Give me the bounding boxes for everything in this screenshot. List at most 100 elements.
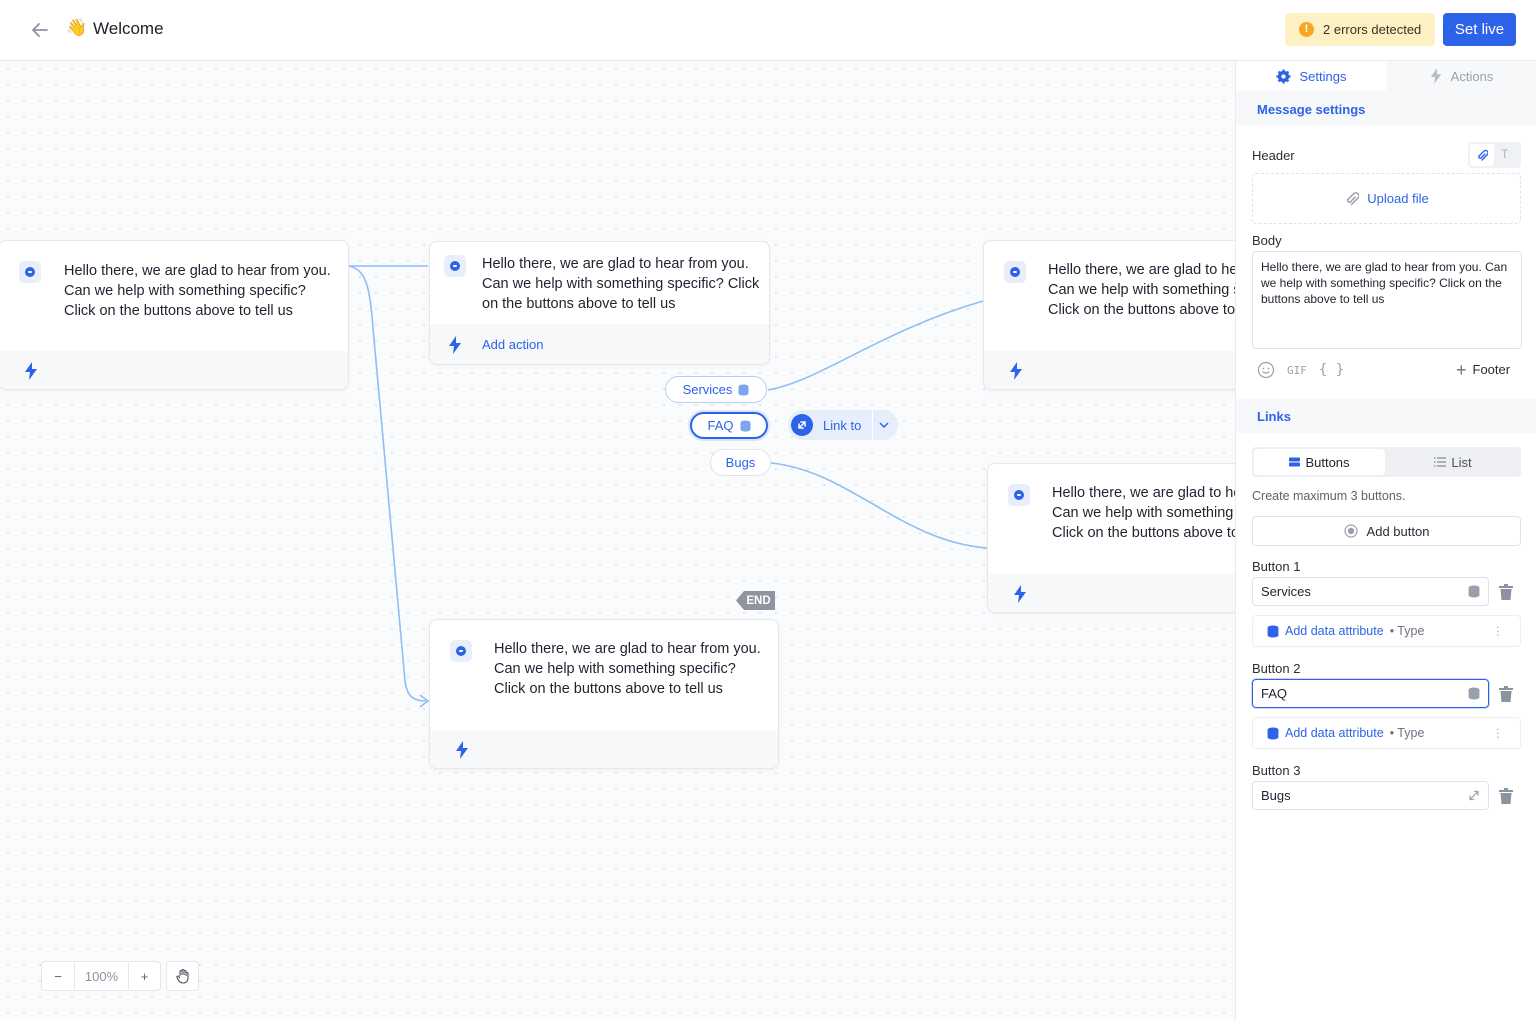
choice-pill-services[interactable]: Services <box>665 376 767 403</box>
message-node[interactable]: Hello there, we are glad to hear from yo… <box>429 241 770 365</box>
body-textarea[interactable]: Hello there, we are glad to hear from yo… <box>1252 251 1522 349</box>
button-1-attribute-row: Add data attribute • Type · · · <box>1252 615 1521 647</box>
panel-tabs: Settings Actions <box>1236 61 1536 91</box>
buttons-mode-option[interactable]: Buttons <box>1254 449 1385 475</box>
variable-button[interactable]: { } <box>1319 362 1344 378</box>
choice-pill-label: Bugs <box>725 455 756 470</box>
button-2-attribute-row: Add data attribute • Type · · · <box>1252 717 1521 749</box>
message-node[interactable]: Hello there, we are glad to hear from yo… <box>983 240 1235 390</box>
link-circle-icon <box>791 414 813 436</box>
chevron-down-icon[interactable] <box>877 418 891 432</box>
lightning-icon[interactable] <box>24 362 38 380</box>
buttons-mode-label: Buttons <box>1305 454 1350 470</box>
link-to-divider <box>872 410 873 440</box>
waving-hand-icon: 👋 <box>66 18 88 37</box>
header-text-option[interactable]: T <box>1501 147 1508 161</box>
node-footer <box>0 351 348 389</box>
database-icon <box>740 420 750 431</box>
zoom-controls: − 100% + <box>41 961 199 991</box>
node-footer: Add action <box>430 324 769 364</box>
header-type-toggle[interactable]: T <box>1468 142 1521 168</box>
flow-canvas[interactable]: Hello there, we are glad to hear from yo… <box>0 61 1235 1020</box>
buttons-hint: Create maximum 3 buttons. <box>1252 489 1406 503</box>
add-data-attribute-link[interactable]: Add data attribute <box>1285 624 1384 638</box>
database-icon <box>1267 727 1279 739</box>
message-node[interactable]: Hello there, we are glad to hear from yo… <box>0 240 349 390</box>
list-mode-label: List <box>1451 454 1472 470</box>
set-live-button[interactable]: Set live <box>1443 13 1516 46</box>
trash-icon[interactable] <box>1499 788 1513 804</box>
attribute-type-label: • Type <box>1389 726 1425 740</box>
more-options-icon[interactable]: · · · <box>1496 620 1500 641</box>
choice-pill-label: FAQ <box>707 418 734 433</box>
errors-badge[interactable]: ! 2 errors detected <box>1285 13 1435 46</box>
page-title[interactable]: Welcome <box>93 19 164 39</box>
tab-actions[interactable]: Actions <box>1386 61 1536 91</box>
pan-hand-button[interactable] <box>166 961 199 991</box>
button-3-input[interactable]: Bugs <box>1252 781 1489 810</box>
upload-file-dropzone[interactable]: Upload file <box>1252 173 1521 224</box>
lightning-icon[interactable] <box>1009 362 1023 380</box>
add-footer-button[interactable]: + Footer <box>1456 359 1511 380</box>
button-2-input[interactable]: FAQ <box>1252 679 1489 708</box>
add-data-attribute-link[interactable]: Add data attribute <box>1285 726 1384 740</box>
link-arrow-icon[interactable] <box>1468 789 1480 802</box>
trash-icon[interactable] <box>1499 686 1513 702</box>
body-label: Body <box>1252 233 1282 248</box>
trash-icon[interactable] <box>1499 584 1513 600</box>
emoji-icon[interactable] <box>1257 361 1275 379</box>
lightning-icon[interactable] <box>1013 585 1027 603</box>
node-footer <box>988 574 1235 612</box>
button-2-label: Button 2 <box>1252 661 1301 676</box>
radio-icon <box>1343 524 1358 538</box>
node-footer <box>430 730 778 768</box>
link-to-button[interactable]: Link to <box>788 410 898 440</box>
edge-bugs-node4 <box>770 462 988 549</box>
message-settings-title: Message settings <box>1257 102 1366 117</box>
gif-button[interactable]: GIF <box>1287 364 1307 377</box>
choice-pill-bugs[interactable]: Bugs <box>710 449 771 476</box>
more-options-icon[interactable]: · · · <box>1496 722 1500 743</box>
message-node[interactable]: Hello there, we are glad to hear from yo… <box>987 463 1235 613</box>
back-arrow-icon[interactable] <box>28 18 52 42</box>
header-attach-option[interactable] <box>1470 144 1494 166</box>
database-icon[interactable] <box>1468 687 1480 700</box>
database-icon[interactable] <box>1468 585 1480 598</box>
button-3-label: Button 3 <box>1252 763 1301 778</box>
button-3-value: Bugs <box>1261 788 1291 803</box>
footer-label: Footer <box>1472 362 1511 377</box>
node-message-text: Hello there, we are glad to hear from yo… <box>1048 262 1235 318</box>
zoom-out-button[interactable]: − <box>41 961 75 991</box>
plus-icon: + <box>1456 359 1467 380</box>
lightning-icon[interactable] <box>448 336 462 354</box>
message-icon <box>19 261 41 283</box>
add-button-label: Add button <box>1366 523 1430 539</box>
choice-pill-label: Services <box>682 382 733 397</box>
node-message-text: Hello there, we are glad to hear from yo… <box>64 263 331 319</box>
database-icon <box>738 384 749 395</box>
message-node[interactable]: Hello there, we are glad to hear from yo… <box>429 619 779 769</box>
tab-actions-label: Actions <box>1450 68 1494 84</box>
lightning-icon[interactable] <box>455 741 469 759</box>
choice-pill-faq[interactable]: FAQ <box>690 412 768 439</box>
add-action-link[interactable]: Add action <box>482 337 543 352</box>
attribute-type-label: • Type <box>1389 624 1425 638</box>
button-1-label: Button 1 <box>1252 559 1301 574</box>
zoom-in-button[interactable]: + <box>128 961 161 991</box>
lightning-icon <box>1430 68 1441 84</box>
list-mode-option[interactable]: List <box>1387 449 1519 475</box>
zoom-level: 100% <box>75 961 128 991</box>
edge-node1-node5 <box>348 265 427 702</box>
body-toolbar: GIF { } <box>1257 361 1344 379</box>
tab-settings[interactable]: Settings <box>1236 61 1386 91</box>
errors-label: 2 errors detected <box>1323 22 1422 37</box>
message-icon <box>1008 484 1030 506</box>
button-1-input[interactable]: Services <box>1252 577 1489 606</box>
warning-icon: ! <box>1299 22 1314 37</box>
buttons-icon <box>1289 457 1301 467</box>
add-button-button[interactable]: Add button <box>1252 516 1521 546</box>
list-icon <box>1434 457 1447 467</box>
node-message-text: Hello there, we are glad to hear from yo… <box>1052 485 1235 541</box>
links-title: Links <box>1257 409 1291 424</box>
node-footer <box>984 351 1235 389</box>
